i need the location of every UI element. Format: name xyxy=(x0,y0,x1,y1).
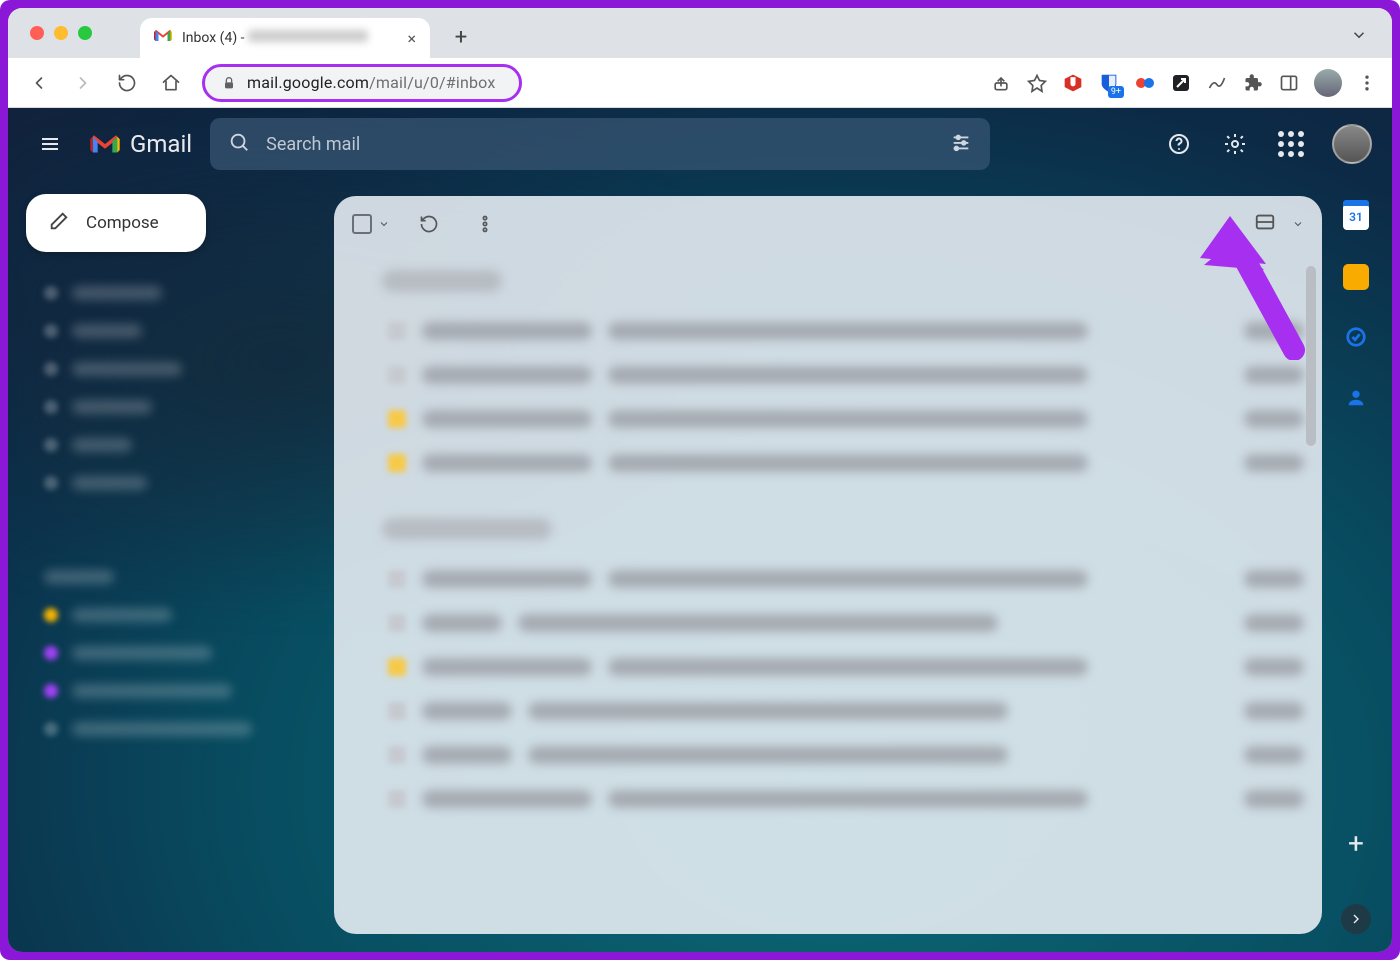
browser-tabstrip: Inbox (4) - × + xyxy=(8,8,1392,58)
window-close[interactable] xyxy=(30,26,44,40)
window-minimize[interactable] xyxy=(54,26,68,40)
nav-forward-button[interactable] xyxy=(66,66,100,100)
extension-adblock[interactable] xyxy=(1062,72,1084,94)
lock-icon xyxy=(221,75,237,91)
mail-list-panel xyxy=(334,196,1322,934)
bookmark-star-button[interactable] xyxy=(1026,72,1048,94)
search-bar[interactable] xyxy=(210,118,990,170)
support-button[interactable] xyxy=(1158,123,1200,165)
gmail-favicon xyxy=(154,29,172,47)
share-button[interactable] xyxy=(990,72,1012,94)
chrome-menu-button[interactable] xyxy=(1356,72,1378,94)
extension-bitwarden[interactable]: 9+ xyxy=(1098,72,1120,94)
page-viewport: Gmail Compose xyxy=(8,108,1392,952)
keep-addon[interactable] xyxy=(1343,264,1369,290)
mail-toolbar xyxy=(334,196,1322,252)
url-text: mail.google.com/mail/u/0/#inbox xyxy=(247,73,495,92)
calendar-day: 31 xyxy=(1349,210,1363,224)
profile-button[interactable] xyxy=(1314,69,1342,97)
google-apps-button[interactable] xyxy=(1270,123,1312,165)
settings-button[interactable] xyxy=(1214,123,1256,165)
gmail-logo[interactable]: Gmail xyxy=(90,130,192,158)
contacts-addon[interactable] xyxy=(1343,384,1369,410)
nav-folders-blurred xyxy=(26,282,306,740)
side-panel-button[interactable] xyxy=(1278,72,1300,94)
extensions-menu-button[interactable] xyxy=(1242,72,1264,94)
reload-button[interactable] xyxy=(110,66,144,100)
tab-list-button[interactable] xyxy=(1344,20,1374,50)
compose-button[interactable]: Compose xyxy=(26,194,206,252)
account-avatar[interactable] xyxy=(1332,124,1372,164)
gmail-product-name: Gmail xyxy=(130,130,192,158)
refresh-button[interactable] xyxy=(412,207,446,241)
browser-tab-active[interactable]: Inbox (4) - × xyxy=(140,18,430,58)
pencil-icon xyxy=(48,210,70,237)
search-input[interactable] xyxy=(266,134,934,155)
split-pane-toggle[interactable] xyxy=(1254,211,1276,237)
window-zoom[interactable] xyxy=(78,26,92,40)
tasks-addon[interactable] xyxy=(1343,324,1369,350)
new-tab-button[interactable]: + xyxy=(446,22,476,52)
gmail-header: Gmail xyxy=(8,108,1392,180)
search-icon xyxy=(228,131,250,157)
toolbar-buttons: 9+ xyxy=(990,69,1378,97)
window-controls xyxy=(30,26,92,40)
get-addons-button[interactable]: + xyxy=(1348,827,1364,860)
more-button[interactable] xyxy=(468,207,502,241)
search-options-icon[interactable] xyxy=(950,131,972,157)
mail-list-blurred xyxy=(334,252,1322,826)
browser-toolbar: mail.google.com/mail/u/0/#inbox 9+ xyxy=(8,58,1392,108)
side-panel: 31 + xyxy=(1334,204,1378,934)
extension-generic-2[interactable] xyxy=(1170,72,1192,94)
scrollbar[interactable] xyxy=(1306,266,1316,446)
tab-title: Inbox (4) - xyxy=(182,30,368,46)
select-all-checkbox[interactable] xyxy=(352,214,390,234)
hide-sidepanel-button[interactable] xyxy=(1341,904,1371,934)
main-menu-button[interactable] xyxy=(28,122,72,166)
nav-back-button[interactable] xyxy=(22,66,56,100)
calendar-addon[interactable]: 31 xyxy=(1343,204,1369,230)
gmail-icon xyxy=(90,133,120,155)
extension-generic-3[interactable] xyxy=(1206,72,1228,94)
home-button[interactable] xyxy=(154,66,188,100)
compose-label: Compose xyxy=(86,213,159,233)
extension-generic-1[interactable] xyxy=(1134,72,1156,94)
tab-close-icon[interactable]: × xyxy=(407,29,416,48)
address-bar[interactable]: mail.google.com/mail/u/0/#inbox xyxy=(202,64,522,102)
